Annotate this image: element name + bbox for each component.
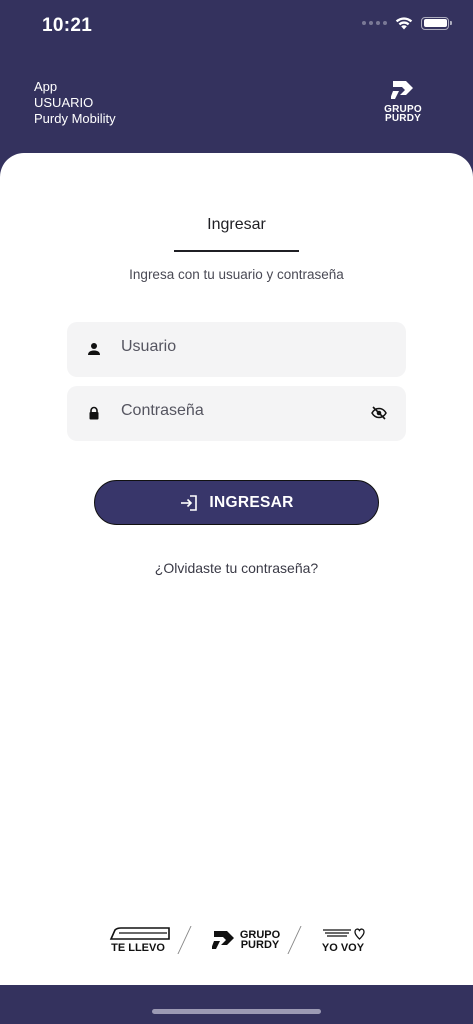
forgot-password-link[interactable]: ¿Olvidaste tu contraseña? [0, 560, 473, 576]
home-indicator[interactable] [152, 1009, 321, 1014]
app-title-line: Purdy Mobility [34, 111, 116, 126]
bus-icon [109, 927, 170, 940]
status-time: 10:21 [42, 15, 93, 36]
battery-icon [421, 16, 452, 30]
app-title: App USUARIO Purdy Mobility [34, 79, 116, 127]
app-title-line: App [34, 79, 58, 94]
eye-off-icon[interactable] [371, 405, 387, 421]
title-underline [174, 250, 299, 252]
person-icon [88, 343, 100, 355]
te-llevo-text: TE LLEVO [111, 942, 165, 954]
logo-text-line: PURDY [384, 113, 421, 124]
password-input[interactable] [121, 386, 361, 436]
username-input[interactable] [121, 322, 361, 372]
page-title: Ingresar [207, 216, 266, 233]
page-subtitle: Ingresa con tu usuario y contraseña [129, 267, 344, 282]
login-icon [181, 494, 198, 511]
heart-box-icon [322, 928, 365, 940]
purdy-logo-icon [390, 81, 413, 99]
login-button-label: INGRESAR [209, 493, 294, 511]
yo-voy-logo: YO VOY [321, 927, 365, 954]
username-field[interactable] [67, 322, 406, 377]
te-llevo-logo: TE LLEVO [105, 927, 171, 954]
login-button[interactable]: INGRESAR [94, 480, 379, 525]
yo-voy-text: YO VOY [321, 942, 365, 954]
lock-icon [89, 406, 99, 420]
partner-logos: TE LLEVO GRUPO PURDY YO VOY [105, 923, 365, 957]
wifi-icon [395, 17, 413, 30]
divider [287, 926, 315, 954]
logo-text-line: PURDY [240, 939, 280, 951]
password-field[interactable] [67, 386, 406, 441]
login-card: Ingresar Ingresa con tu usuario y contra… [0, 153, 473, 985]
app-title-line: USUARIO [34, 95, 94, 110]
bottom-bar [0, 985, 473, 1024]
grupo-purdy-footer-logo: GRUPO PURDY [211, 930, 280, 951]
purdy-logo-icon [211, 931, 234, 949]
status-indicators [362, 16, 452, 30]
divider [177, 926, 205, 954]
signal-icon [362, 21, 387, 25]
grupo-purdy-logo: GRUPO PURDY [381, 80, 425, 124]
